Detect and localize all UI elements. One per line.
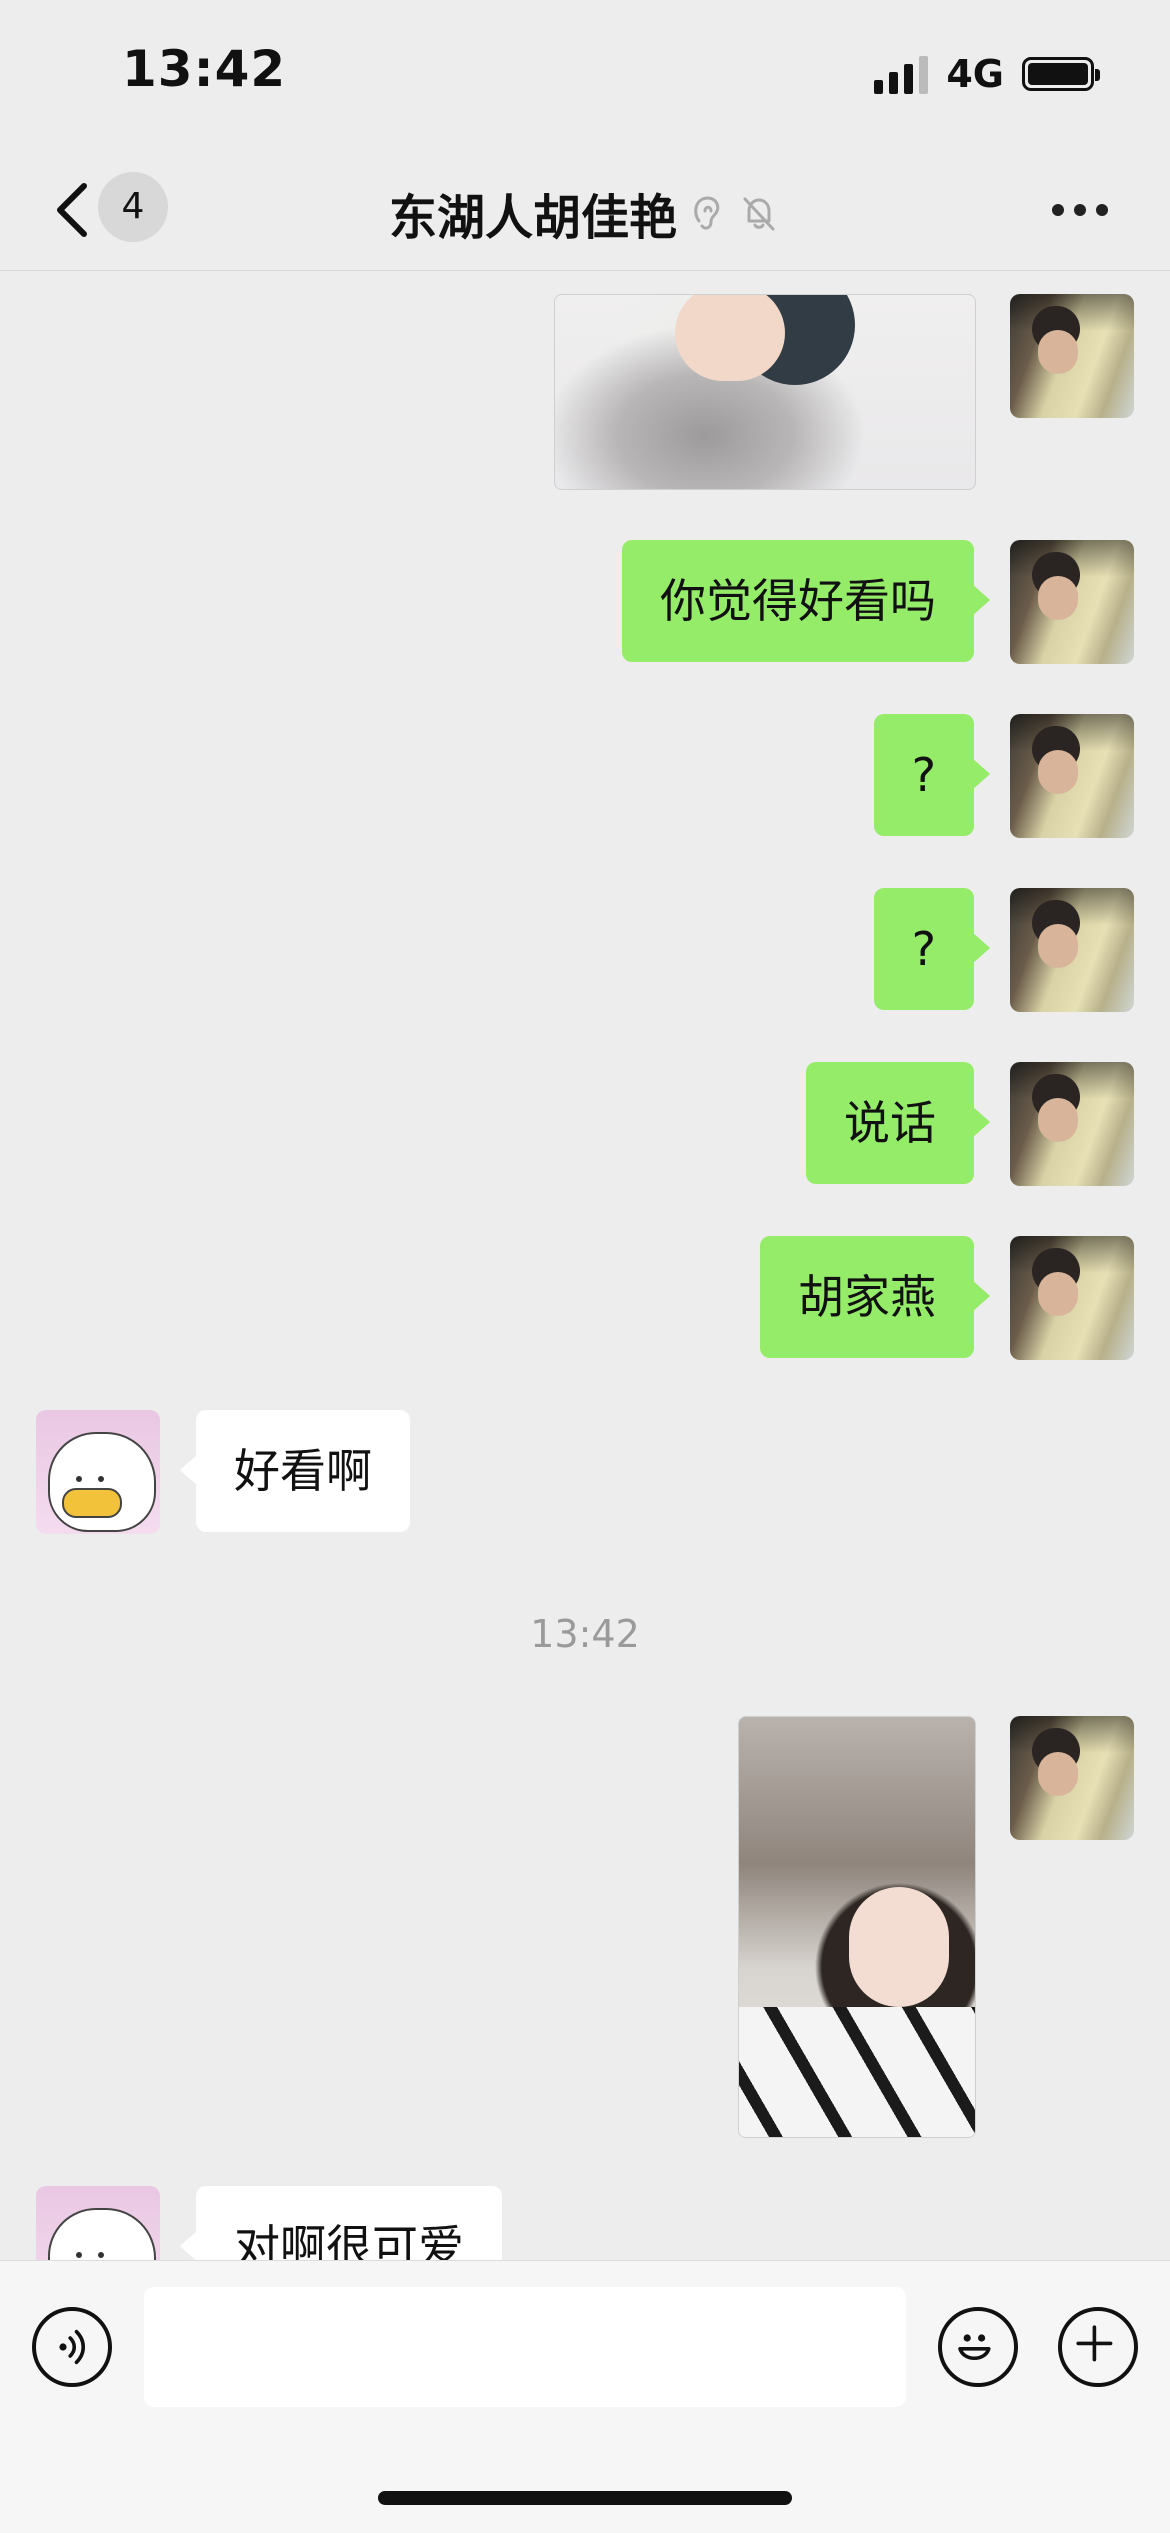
ear-icon xyxy=(694,196,720,230)
home-indicator[interactable] xyxy=(378,2491,792,2505)
chat-header: 4 东湖人胡佳艳 xyxy=(0,150,1170,271)
my-avatar[interactable] xyxy=(1010,888,1134,1012)
status-indicators: 4G xyxy=(874,52,1100,96)
my-avatar[interactable] xyxy=(1010,540,1134,664)
more-functions-button[interactable] xyxy=(1058,2307,1138,2387)
voice-button[interactable] xyxy=(32,2307,112,2387)
emoji-button[interactable] xyxy=(938,2307,1018,2387)
more-horizontal-icon xyxy=(1052,204,1064,216)
signal-icon xyxy=(874,54,929,94)
contact-avatar[interactable] xyxy=(36,1410,160,1534)
outgoing-message-bubble[interactable]: 胡家燕 xyxy=(760,1236,990,1358)
outgoing-message-bubble[interactable]: 你觉得好看吗 xyxy=(622,540,990,662)
more-options-button[interactable] xyxy=(1052,190,1116,230)
my-avatar[interactable] xyxy=(1010,1716,1134,1840)
my-avatar[interactable] xyxy=(1010,1236,1134,1360)
my-avatar[interactable] xyxy=(1010,1062,1134,1186)
my-avatar[interactable] xyxy=(1010,714,1134,838)
battery-icon xyxy=(1022,57,1100,91)
chat-title: 东湖人胡佳艳 xyxy=(388,190,677,246)
message-timestamp: 13:42 xyxy=(530,1612,640,1656)
chat-title-group[interactable]: 东湖人胡佳艳 xyxy=(0,178,1170,248)
outgoing-message-bubble[interactable]: 说话 xyxy=(806,1062,990,1184)
incoming-message-bubble[interactable]: 好看啊 xyxy=(180,1410,410,1532)
outgoing-message-bubble[interactable]: ? xyxy=(873,714,991,836)
status-time: 13:42 xyxy=(122,40,287,98)
message-input[interactable] xyxy=(144,2287,906,2407)
image-message[interactable] xyxy=(738,1716,976,2138)
network-type: 4G xyxy=(946,52,1004,96)
voice-icon xyxy=(59,2329,86,2365)
bell-slash-icon xyxy=(743,197,775,231)
plus-icon xyxy=(1076,2325,1113,2362)
status-bar: 13:42 4G xyxy=(0,0,1170,150)
emoji-icon xyxy=(958,2334,991,2361)
my-avatar[interactable] xyxy=(1010,294,1134,418)
image-message[interactable] xyxy=(554,294,976,490)
outgoing-message-bubble[interactable]: ? xyxy=(873,888,991,1010)
